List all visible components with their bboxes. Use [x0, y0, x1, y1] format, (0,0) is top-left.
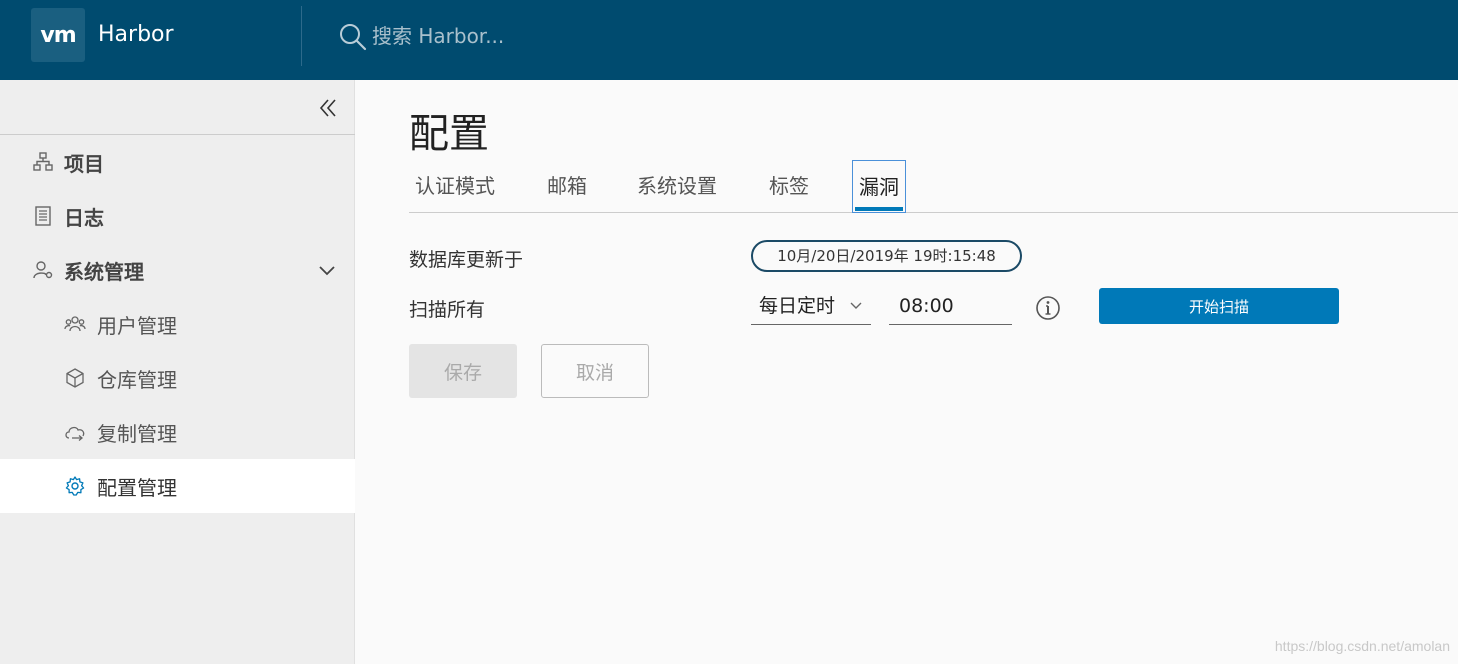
sidebar-item-label: 用户管理	[97, 313, 177, 338]
brand-title[interactable]: Harbor	[98, 20, 174, 50]
info-icon[interactable]	[1035, 295, 1061, 321]
gear-icon	[65, 476, 85, 496]
tab-email[interactable]: 邮箱	[547, 160, 587, 213]
schedule-time-input[interactable]	[889, 288, 1012, 325]
config-tabs: 认证模式 邮箱 系统设置 标签 漏洞	[409, 160, 1458, 213]
sidebar-item-label: 系统管理	[64, 259, 144, 284]
header-divider	[301, 6, 302, 66]
sidebar-item-logs[interactable]: 日志	[0, 189, 355, 243]
search-icon	[340, 24, 367, 51]
sidebar-item-label: 仓库管理	[97, 367, 177, 392]
start-scan-button[interactable]: 开始扫描	[1099, 288, 1339, 324]
tab-labels[interactable]: 标签	[769, 160, 809, 213]
db-updated-badge: 10月/20日/2019年 19时:15:48	[751, 240, 1022, 272]
sidebar-item-label: 复制管理	[97, 421, 177, 446]
page-title: 配置	[409, 111, 489, 157]
vmware-logo[interactable]: vm	[31, 8, 85, 62]
watermark: https://blog.csdn.net/amolan	[1274, 638, 1450, 654]
search-input[interactable]	[372, 20, 772, 52]
tab-vulnerability[interactable]: 漏洞	[852, 160, 906, 213]
schedule-select[interactable]: 每日定时	[751, 288, 871, 325]
log-icon	[35, 206, 51, 226]
tab-system-settings[interactable]: 系统设置	[637, 160, 717, 213]
sidebar-item-label: 项目	[64, 151, 104, 176]
registry-icon	[66, 368, 84, 388]
sidebar: 项目 日志 系统管理 用户管理 仓库管理 复制管理 配置管理	[0, 80, 355, 664]
db-updated-label: 数据库更新于	[409, 249, 524, 271]
tab-auth-mode[interactable]: 认证模式	[415, 160, 495, 213]
chevron-down-icon[interactable]	[318, 262, 336, 280]
chevron-down-icon	[850, 302, 862, 309]
save-button[interactable]: 保存	[409, 344, 517, 398]
sidebar-item-replications[interactable]: 复制管理	[0, 405, 355, 459]
sidebar-item-users[interactable]: 用户管理	[0, 297, 355, 351]
sidebar-item-projects[interactable]: 项目	[0, 135, 355, 189]
sidebar-item-label: 日志	[64, 205, 104, 230]
app-header: vm Harbor	[0, 0, 1458, 80]
schedule-value: 每日定时	[759, 295, 836, 317]
admin-icon	[33, 261, 53, 279]
cancel-button[interactable]: 取消	[541, 344, 649, 398]
scan-all-label: 扫描所有	[409, 299, 486, 321]
users-icon	[64, 316, 86, 332]
replication-icon	[65, 426, 85, 441]
sidebar-item-admin[interactable]: 系统管理	[0, 243, 355, 297]
collapse-sidebar-icon[interactable]	[316, 96, 340, 120]
project-icon	[33, 152, 53, 171]
sidebar-item-registries[interactable]: 仓库管理	[0, 351, 355, 405]
sidebar-item-label: 配置管理	[97, 475, 177, 500]
sidebar-item-config[interactable]: 配置管理	[0, 459, 355, 513]
